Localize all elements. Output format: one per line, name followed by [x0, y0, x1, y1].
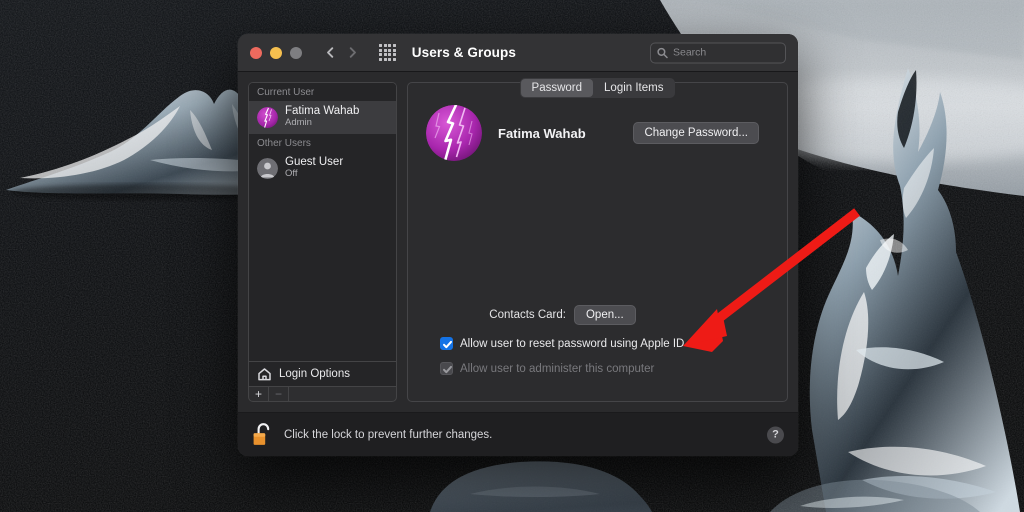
sidebar-item-fatima-wahab[interactable]: Fatima Wahab Admin: [249, 101, 396, 135]
zoom-button[interactable]: [290, 46, 302, 59]
checkbox-allow-reset-password-apple-id[interactable]: [440, 337, 453, 350]
house-icon: [258, 367, 271, 380]
user-list: Current User Fatima Wahab Admin Other Us…: [248, 82, 397, 361]
sidebar-item-guest-user[interactable]: Guest User Off: [249, 152, 396, 185]
window-titlebar: Users & Groups Search: [238, 34, 798, 72]
close-button[interactable]: [250, 46, 262, 59]
checkbox-row-administer-computer: Allow user to administer this computer: [426, 362, 769, 375]
sidebar-item-login-options[interactable]: Login Options: [248, 361, 397, 386]
forward-chevron-icon[interactable]: [346, 46, 359, 59]
user-role: Admin: [285, 117, 312, 129]
change-password-button[interactable]: Change Password...: [633, 122, 759, 144]
generic-person-avatar-icon: [257, 157, 278, 179]
users-and-groups-window: Users & Groups Search Current User Fatim…: [238, 34, 798, 456]
navigation-buttons: [324, 46, 359, 59]
page-title-user-name: Fatima Wahab: [498, 125, 586, 141]
window-body: Current User Fatima Wahab Admin Other Us…: [238, 72, 798, 412]
group-header-current-user: Current User: [249, 83, 396, 101]
contacts-card-row: Contacts Card: Open...: [426, 305, 769, 325]
tab-password[interactable]: Password: [520, 79, 594, 97]
unlocked-padlock-icon[interactable]: [252, 422, 274, 448]
password-pane: Password Login Items Fatima Wahab Change…: [407, 78, 788, 402]
lightning-purple-avatar-icon: [257, 106, 278, 128]
checkbox-allow-administer-computer: [440, 362, 453, 375]
show-all-preferences-grid-icon[interactable]: [379, 44, 396, 61]
contacts-card-label: Contacts Card:: [489, 309, 566, 321]
add-user-button[interactable]: +: [249, 387, 269, 401]
tab-login-items[interactable]: Login Items: [593, 79, 674, 97]
login-options-label: Login Options: [279, 368, 350, 380]
search-field[interactable]: Search: [650, 42, 786, 63]
add-remove-user-toolbar: + −: [248, 386, 397, 402]
group-header-other-users: Other Users: [249, 134, 396, 153]
user-avatar[interactable]: [426, 105, 482, 161]
traffic-light-buttons: [250, 46, 302, 59]
user-role: Off: [285, 168, 298, 180]
password-options: Contacts Card: Open... Allow user to res…: [408, 305, 787, 387]
search-placeholder: Search: [673, 46, 707, 59]
open-contacts-card-button[interactable]: Open...: [573, 305, 636, 325]
window-footer: Click the lock to prevent further change…: [238, 412, 798, 456]
users-sidebar: Current User Fatima Wahab Admin Other Us…: [248, 82, 397, 402]
back-chevron-icon[interactable]: [324, 46, 337, 59]
lock-hint-text: Click the lock to prevent further change…: [284, 428, 493, 441]
minimize-button[interactable]: [270, 46, 282, 59]
window-title: Users & Groups: [411, 45, 516, 60]
search-icon: [657, 47, 668, 58]
help-button[interactable]: ?: [767, 426, 784, 443]
checkbox-row-apple-id-reset[interactable]: Allow user to reset password using Apple…: [426, 337, 769, 350]
pane-tabs: Password Login Items: [519, 78, 676, 98]
remove-user-button: −: [269, 387, 289, 401]
checkbox-label-apple-id-reset: Allow user to reset password using Apple…: [460, 337, 685, 350]
checkbox-label-administer-computer: Allow user to administer this computer: [460, 362, 655, 375]
